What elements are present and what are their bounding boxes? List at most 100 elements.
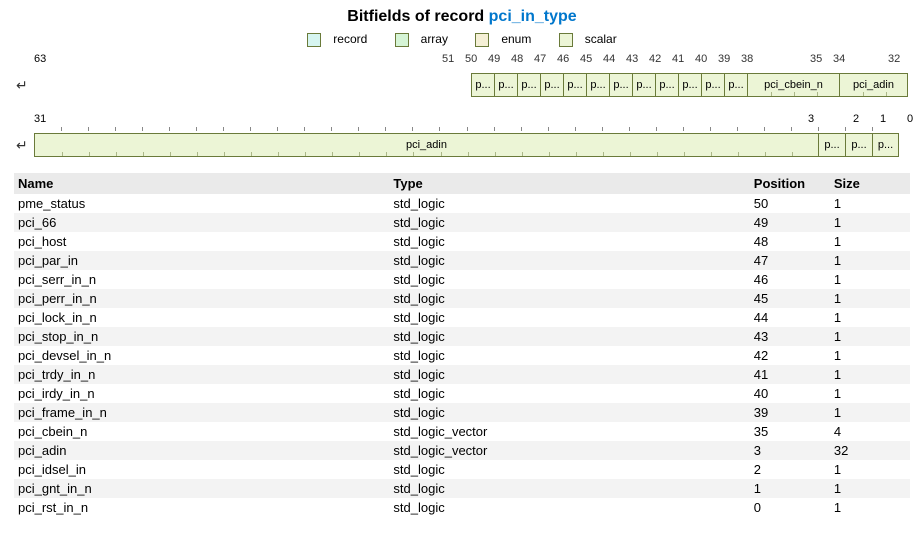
tick: 2 (853, 113, 859, 125)
cell-position: 35 (750, 422, 830, 441)
tick: 48 (511, 53, 523, 65)
cell-name: pci_par_in (14, 251, 389, 270)
tick: 32 (888, 53, 900, 65)
tick: 38 (741, 53, 753, 65)
cell-position: 49 (750, 213, 830, 232)
cell-type: std_logic (389, 308, 749, 327)
table-row: pci_hoststd_logic481 (14, 232, 910, 251)
cell-position: 45 (750, 289, 830, 308)
cell-size: 1 (830, 289, 910, 308)
bit-cell: p... (471, 73, 494, 97)
legend-scalar: scalar (553, 32, 623, 47)
cell-size: 1 (830, 460, 910, 479)
bit-cells: pci_adinp...p...p... (34, 133, 899, 157)
scalar-swatch (559, 33, 573, 47)
array-swatch (395, 33, 409, 47)
cell-size: 1 (830, 194, 910, 213)
table-row: pci_rst_in_nstd_logic01 (14, 498, 910, 517)
bit-cell: pci_adin (34, 133, 818, 157)
col-name: Name (14, 173, 389, 194)
cell-type: std_logic (389, 346, 749, 365)
tick: 45 (580, 53, 592, 65)
tick: 41 (672, 53, 684, 65)
bit-cell: pci_adin (839, 73, 908, 97)
table-row: pci_irdy_in_nstd_logic401 (14, 384, 910, 403)
tick: 3 (808, 113, 814, 125)
table-row: pci_stop_in_nstd_logic431 (14, 327, 910, 346)
bit-cell: p... (517, 73, 540, 97)
bit-cell: p... (872, 133, 899, 157)
cell-type: std_logic (389, 460, 749, 479)
cell-name: pci_perr_in_n (14, 289, 389, 308)
cell-name: pci_trdy_in_n (14, 365, 389, 384)
cell-size: 1 (830, 213, 910, 232)
tick: 1 (880, 113, 886, 125)
table-row: pci_perr_in_nstd_logic451 (14, 289, 910, 308)
bitfield-row-1: ↵ 63 5150494847464544434241403938353432 … (16, 53, 908, 103)
cell-name: pci_cbein_n (14, 422, 389, 441)
cell-size: 1 (830, 308, 910, 327)
bit-label-63: 63 (34, 53, 46, 65)
record-type-link[interactable]: pci_in_type (489, 8, 577, 25)
col-size: Size (830, 173, 910, 194)
bit-cell: p... (609, 73, 632, 97)
cell-size: 1 (830, 346, 910, 365)
cell-type: std_logic_vector (389, 441, 749, 460)
legend-enum: enum (469, 32, 537, 47)
tick: 51 (442, 53, 454, 65)
record-swatch (307, 33, 321, 47)
tick: 34 (833, 53, 845, 65)
bit-cell: p... (494, 73, 517, 97)
wrap-arrow-icon: ↵ (16, 77, 28, 94)
cell-type: std_logic (389, 384, 749, 403)
cell-size: 1 (830, 403, 910, 422)
tick: 50 (465, 53, 477, 65)
bit-cell: p... (586, 73, 609, 97)
cell-name: pci_host (14, 232, 389, 251)
cell-type: std_logic (389, 498, 749, 517)
fields-table: Name Type Position Size pme_statusstd_lo… (14, 173, 910, 517)
table-row: pci_66std_logic491 (14, 213, 910, 232)
bit-cell: p... (724, 73, 747, 97)
cell-position: 2 (750, 460, 830, 479)
cell-size: 1 (830, 479, 910, 498)
cell-position: 43 (750, 327, 830, 346)
cell-position: 46 (750, 270, 830, 289)
enum-swatch (475, 33, 489, 47)
bit-cell: p... (563, 73, 586, 97)
bit-cell: p... (540, 73, 563, 97)
tick: 46 (557, 53, 569, 65)
table-row: pme_statusstd_logic501 (14, 194, 910, 213)
cell-type: std_logic (389, 270, 749, 289)
page-title: Bitfields of record pci_in_type (0, 8, 924, 26)
cell-name: pci_adin (14, 441, 389, 460)
table-row: pci_adinstd_logic_vector332 (14, 441, 910, 460)
cell-position: 42 (750, 346, 830, 365)
cell-name: pci_frame_in_n (14, 403, 389, 422)
title-prefix: Bitfields of record (347, 8, 488, 25)
cell-size: 32 (830, 441, 910, 460)
cell-type: std_logic (389, 365, 749, 384)
cell-size: 1 (830, 270, 910, 289)
cell-size: 1 (830, 327, 910, 346)
cell-position: 44 (750, 308, 830, 327)
bit-label-31: 31 (34, 113, 46, 125)
cell-name: pme_status (14, 194, 389, 213)
tick: 39 (718, 53, 730, 65)
cell-size: 4 (830, 422, 910, 441)
cell-name: pci_rst_in_n (14, 498, 389, 517)
table-row: pci_frame_in_nstd_logic391 (14, 403, 910, 422)
cell-name: pci_66 (14, 213, 389, 232)
cell-size: 1 (830, 232, 910, 251)
bitfield-row-2: ↵ 31 3210 pci_adinp...p...p... (16, 113, 908, 163)
bit-cells: p...p...p...p...p...p...p...p...p...p...… (471, 73, 908, 97)
cell-type: std_logic (389, 289, 749, 308)
tick: 0 (907, 113, 913, 125)
cell-position: 0 (750, 498, 830, 517)
cell-size: 1 (830, 251, 910, 270)
table-row: pci_idsel_instd_logic21 (14, 460, 910, 479)
cell-position: 41 (750, 365, 830, 384)
bit-cell: p... (632, 73, 655, 97)
bit-cell: p... (818, 133, 845, 157)
cell-position: 50 (750, 194, 830, 213)
